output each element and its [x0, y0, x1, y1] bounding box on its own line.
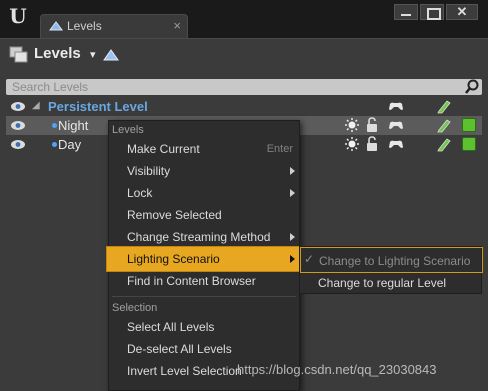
menu-item-visibility[interactable]: Visibility: [109, 161, 299, 183]
light-icon[interactable]: [344, 117, 360, 133]
level-label-day: Day: [58, 137, 82, 152]
menu-item-label: Change Streaming Method: [127, 230, 271, 244]
status-square-icon[interactable]: [462, 118, 476, 132]
color-pencil-icon[interactable]: [436, 117, 452, 133]
eye-icon[interactable]: [10, 101, 26, 112]
world-settings-icon[interactable]: [102, 47, 120, 63]
submenu-item-label: Change to Lighting Scenario: [319, 254, 471, 268]
chevron-down-icon[interactable]: ▾: [90, 48, 96, 61]
status-square-icon[interactable]: [462, 137, 476, 151]
menu-item-label: Lighting Scenario: [127, 252, 220, 266]
menu-section-selection: Selection: [112, 302, 158, 314]
shortcut-label: Enter: [266, 143, 293, 155]
menu-divider: [112, 296, 296, 297]
gamepad-icon[interactable]: [388, 98, 404, 114]
eye-icon[interactable]: [10, 120, 26, 131]
submenu-arrow-icon: [290, 233, 295, 241]
menu-item-lighting-scenario[interactable]: Lighting Scenario: [106, 246, 300, 272]
menu-item-label: Find in Content Browser: [127, 274, 256, 288]
maximize-button[interactable]: [420, 4, 444, 20]
menu-item-label: Make Current: [127, 142, 200, 156]
color-pencil-icon[interactable]: [436, 98, 452, 114]
unreal-logo-icon: U: [9, 4, 27, 28]
menu-item-remove-selected[interactable]: Remove Selected: [109, 205, 299, 227]
gamepad-icon[interactable]: [388, 117, 404, 133]
submenu-arrow-icon: [290, 255, 295, 263]
menu-item-find-content[interactable]: Find in Content Browser: [109, 271, 299, 293]
minimize-button[interactable]: [394, 4, 418, 20]
lock-icon[interactable]: [364, 136, 380, 152]
watermark-text: https://blog.csdn.net/qq_23030843: [237, 362, 437, 377]
menu-item-label: Visibility: [127, 164, 171, 178]
tab-label: Levels: [67, 19, 102, 33]
level-row-persistent[interactable]: ◢ Persistent Level: [6, 97, 482, 116]
menu-item-lock[interactable]: Lock: [109, 183, 299, 205]
close-window-button[interactable]: ✕: [446, 4, 478, 20]
menu-item-label: Invert Level Selection: [127, 364, 242, 378]
menu-item-label: Remove Selected: [127, 208, 222, 222]
submenu-item-change-to-scenario[interactable]: ✓ Change to Lighting Scenario: [300, 247, 483, 273]
lighting-scenario-submenu: ✓ Change to Lighting Scenario Change to …: [299, 246, 483, 295]
submenu-arrow-icon: [290, 189, 295, 197]
levels-icon: [9, 46, 28, 63]
color-pencil-icon[interactable]: [436, 136, 452, 152]
title-bar: U Levels × ✕: [0, 0, 488, 38]
tab-levels[interactable]: Levels ×: [40, 14, 188, 38]
close-icon: ✕: [456, 4, 468, 19]
persistent-level-label: Persistent Level: [48, 99, 148, 114]
lock-icon[interactable]: [364, 117, 380, 133]
gamepad-icon[interactable]: [388, 136, 404, 152]
menu-item-label: Lock: [127, 186, 153, 200]
search-icon[interactable]: [464, 79, 480, 95]
menu-item-label: De-select All Levels: [127, 342, 232, 356]
submenu-arrow-icon: [290, 167, 295, 175]
levels-title: Levels: [34, 45, 81, 62]
submenu-item-label: Change to regular Level: [318, 276, 447, 290]
menu-item-deselect-all[interactable]: De-select All Levels: [109, 339, 299, 361]
level-label-night: Night: [58, 118, 89, 133]
light-icon[interactable]: [344, 136, 360, 152]
menu-item-select-all[interactable]: Select All Levels: [109, 317, 299, 339]
checkmark-icon: ✓: [304, 252, 315, 266]
search-bar: [6, 79, 482, 95]
search-input[interactable]: [6, 79, 462, 95]
eye-icon[interactable]: [10, 139, 26, 150]
level-dot-icon: [52, 142, 57, 147]
level-dot-icon: [52, 123, 57, 128]
menu-section-levels: Levels: [112, 124, 144, 136]
submenu-item-change-to-regular[interactable]: Change to regular Level: [300, 273, 483, 295]
levels-tab-icon: [49, 21, 63, 31]
collapse-arrow-icon[interactable]: ◢: [32, 100, 40, 111]
menu-item-label: Select All Levels: [127, 320, 215, 334]
menu-item-make-current[interactable]: Make Current Enter: [109, 139, 299, 161]
tab-close-icon[interactable]: ×: [173, 18, 181, 33]
